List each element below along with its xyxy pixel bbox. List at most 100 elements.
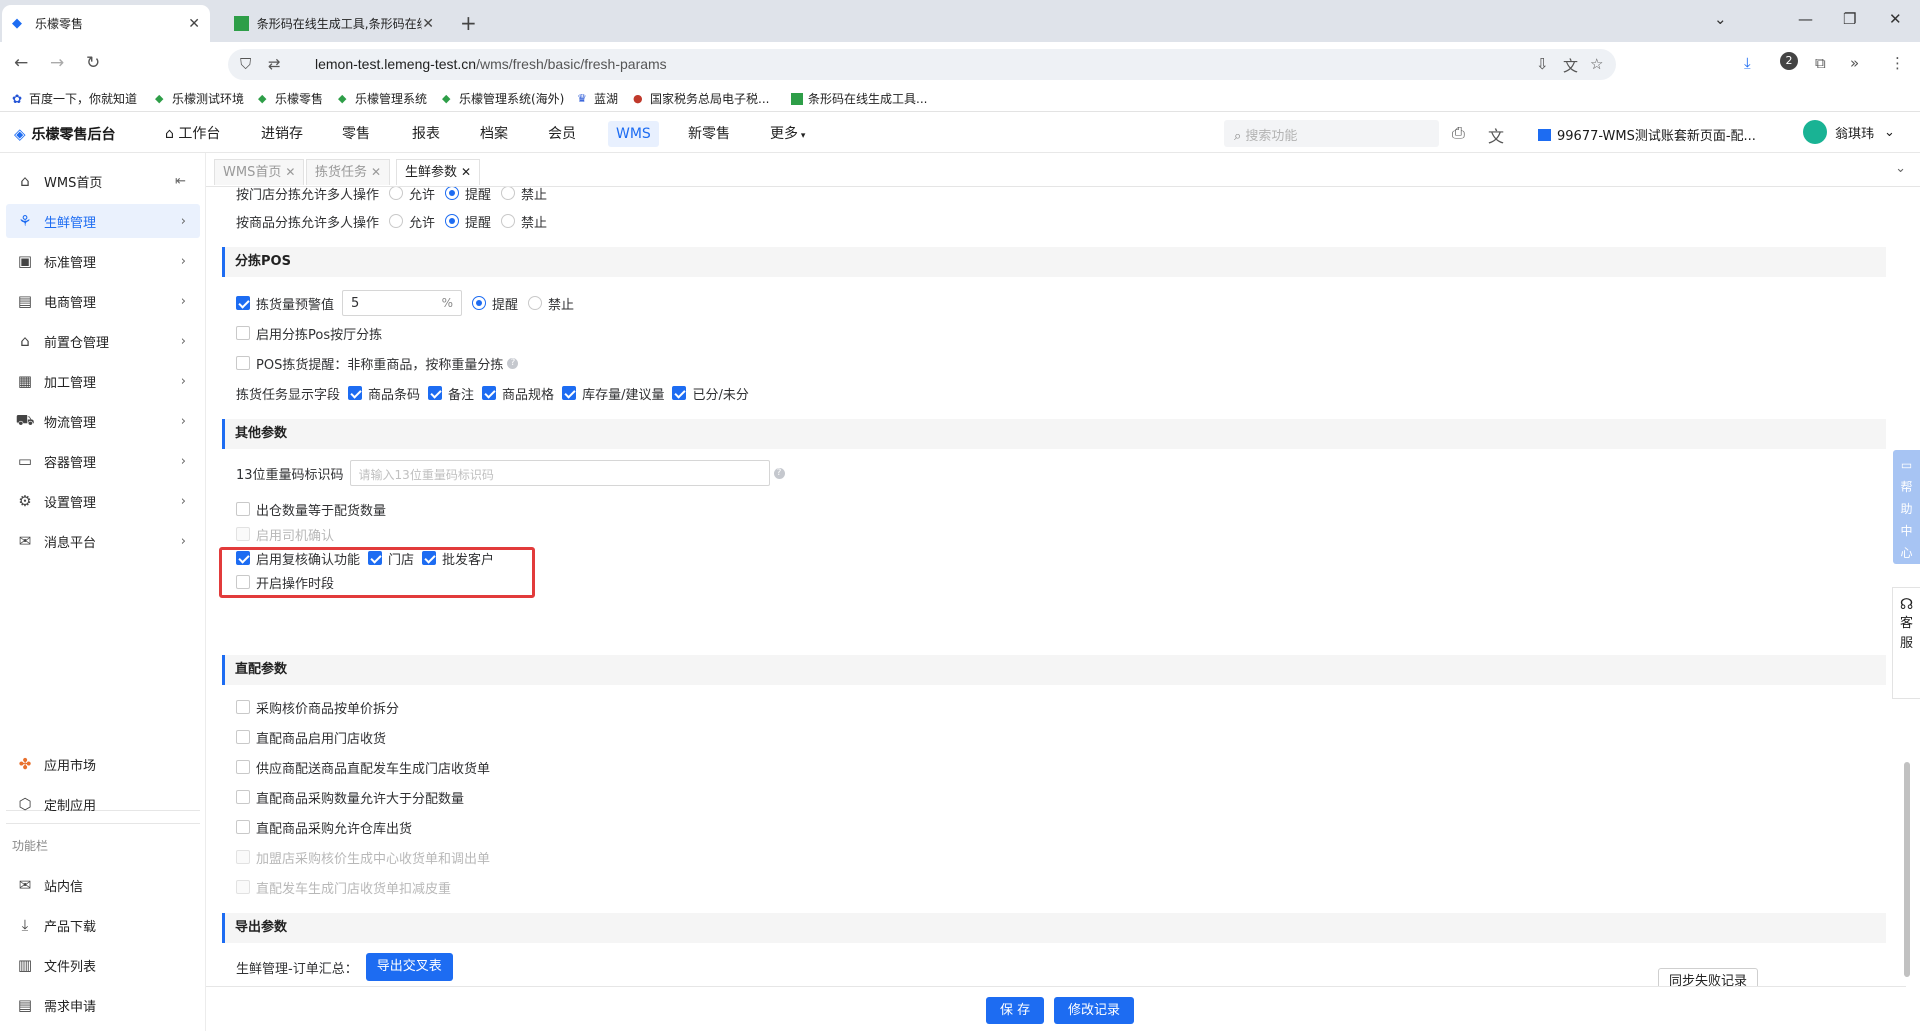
nav-workbench[interactable]: ⌂ 工作台 [157,121,228,147]
close-icon[interactable]: ✕ [461,165,471,179]
sidebar-item-request[interactable]: ▤ 需求申请 [6,988,200,1022]
pos-hall-checkbox[interactable] [236,326,250,340]
direct-option-checkbox[interactable] [236,730,250,744]
radio-forbid[interactable] [501,214,516,228]
sidebar-item-app-market[interactable]: ✤ 应用市场 [6,747,200,781]
sidebar-item-process[interactable]: ▦ 加工管理 › [6,364,200,398]
nav-archives[interactable]: 档案 [472,121,516,147]
sidebar-item-front-warehouse[interactable]: ⌂ 前置仓管理 › [6,324,200,358]
modify-history-button[interactable]: 修改记录 [1054,997,1135,1024]
profile-badge-icon[interactable]: 2 [1780,52,1798,70]
help-center-tab[interactable]: ▭ 帮 助 中 心 [1893,450,1920,564]
shield-icon[interactable]: ⛉ [240,55,251,73]
sidebar-item-inbox[interactable]: ✉ 站内信 [6,868,200,902]
close-tab-icon[interactable]: ✕ [422,16,434,32]
sidebar-item-fresh[interactable]: ⚘ 生鲜管理 › [6,204,200,238]
direct-option-checkbox[interactable] [236,790,250,804]
back-icon[interactable]: ← [14,53,28,73]
nav-new-retail[interactable]: 新零售 [680,121,738,147]
radio-remind[interactable] [445,187,460,200]
export-cross-table-button[interactable]: 导出交叉表 [365,953,453,981]
radio-forbid[interactable] [528,296,543,310]
bookmark-star-icon[interactable]: ☆ [1590,55,1603,73]
reload-icon[interactable]: ↻ [86,53,100,73]
new-tab-icon[interactable]: + [460,11,477,35]
collapse-sidebar-icon[interactable]: ⇤ [175,174,186,189]
app-logo[interactable]: ◈ 乐檬零售后台 [14,124,116,144]
bookmark-item[interactable]: ◆ 乐檬零售 [258,90,323,107]
field-checkbox-remark[interactable] [428,386,443,400]
sidebar-item-file-list[interactable]: ▥ 文件列表 [6,948,200,982]
field-checkbox-barcode[interactable] [348,386,363,400]
nav-members[interactable]: 会员 [540,121,584,147]
tab-fresh-params[interactable]: 生鲜参数 ✕ [396,159,481,185]
nav-wms[interactable]: WMS [608,121,659,147]
close-tab-icon[interactable]: ✕ [188,16,200,32]
close-icon[interactable]: ✕ [285,165,295,179]
close-icon[interactable]: ✕ [371,165,381,179]
search-input[interactable]: ⌕ 搜索功能 [1224,120,1439,147]
sidebar-item-settings[interactable]: ⚙ 设置管理 › [6,484,200,518]
maximize-icon[interactable]: ❐ [1843,10,1856,28]
store-selector[interactable]: 99677-WMS测试账套新页面-配... [1538,125,1756,144]
tabs-dropdown-icon[interactable]: ⌄ [1895,161,1906,176]
site-settings-icon[interactable]: ⇄ [268,55,281,73]
pick-warning-checkbox[interactable] [236,296,250,310]
pos-tip-checkbox[interactable] [236,356,250,370]
browser-menu-icon[interactable]: ⋮ [1890,54,1905,72]
nav-more[interactable]: 更多 ▾ [762,121,813,147]
close-window-icon[interactable]: ✕ [1889,10,1902,28]
radio-remind[interactable] [445,214,460,228]
minimize-icon[interactable]: — [1798,10,1813,28]
field-checkbox-split[interactable] [672,386,687,400]
sidebar-item-container[interactable]: ▭ 容器管理 › [6,444,200,478]
save-button[interactable]: 保 存 [986,997,1045,1024]
help-icon[interactable]: ? [507,357,519,369]
sidebar-item-logistics[interactable]: ⛟ 物流管理 › [6,404,200,438]
direct-option-checkbox[interactable] [236,760,250,774]
bookmark-item[interactable]: 条形码在线生成工具... [791,90,927,107]
radio-allow[interactable] [389,214,404,228]
sidebar-item-message[interactable]: ✉ 消息平台 › [6,524,200,558]
nav-retail[interactable]: 零售 [334,121,378,147]
tab-wms-home[interactable]: WMS首页 ✕ [214,159,305,185]
radio-forbid[interactable] [501,187,516,200]
field-checkbox-stock[interactable] [562,386,577,400]
nav-reports[interactable]: 报表 [404,121,448,147]
language-icon[interactable]: 文 [1488,123,1504,147]
browser-tab-barcode[interactable]: 条形码在线生成工具,条形码在线 ✕ [224,5,444,42]
pick-warning-input[interactable]: 5% [342,290,463,316]
user-menu[interactable]: 翁琪玮 ⌄ [1803,120,1895,144]
print-icon[interactable]: ⎙ [1452,123,1465,143]
bookmark-item[interactable]: ◆ 乐檬管理系统(海外) [442,90,564,107]
extensions-icon[interactable]: ⧉ [1815,54,1826,72]
tab-pick-task[interactable]: 拣货任务 ✕ [306,159,391,185]
browser-tab-lemon[interactable]: ◆ 乐檬零售 ✕ [2,5,210,42]
bookmark-item[interactable]: ♛ 蓝湖 [577,90,618,107]
sidebar-item-ecommerce[interactable]: ▤ 电商管理 › [6,284,200,318]
address-bar[interactable]: ⛉ ⇄ lemon-test.lemeng-test.cn/wms/fresh/… [228,49,1616,80]
bookmark-item[interactable]: ✿ 百度一下，你就知道 [12,90,137,107]
bookmark-item[interactable]: ◆ 乐檬测试环境 [155,90,244,107]
barcode13-input[interactable]: 请输入13位重量码标识码 [349,460,770,486]
sidebar-item-custom-app[interactable]: ⬡ 定制应用 [6,787,200,821]
radio-allow[interactable] [389,187,404,200]
customer-service-tab[interactable]: ☊ 客 服 [1892,587,1920,699]
direct-option-checkbox[interactable] [236,820,250,834]
more-tools-icon[interactable]: » [1850,54,1859,72]
out-equal-checkbox[interactable] [236,502,250,516]
translate-icon[interactable]: 文 [1563,55,1578,76]
nav-inventory[interactable]: 进销存 [253,121,311,147]
sidebar-item-product-download[interactable]: ⤓ 产品下载 [6,908,200,942]
content-scrollbar[interactable] [1904,187,1910,982]
forward-icon[interactable]: → [50,53,64,73]
bookmark-item[interactable]: ● 国家税务总局电子税... [633,90,769,107]
downloads-icon[interactable]: ⤓ [1744,54,1751,72]
sidebar-item-wms-home[interactable]: ⌂ WMS首页 ⇤ [6,164,200,198]
direct-option-checkbox[interactable] [236,700,250,714]
field-checkbox-spec[interactable] [482,386,497,400]
tab-search-icon[interactable]: ⌄ [1714,10,1727,28]
bookmark-item[interactable]: ◆ 乐檬管理系统 [338,90,427,107]
help-icon[interactable]: ? [773,467,785,479]
scrollbar-thumb[interactable] [1904,762,1910,977]
